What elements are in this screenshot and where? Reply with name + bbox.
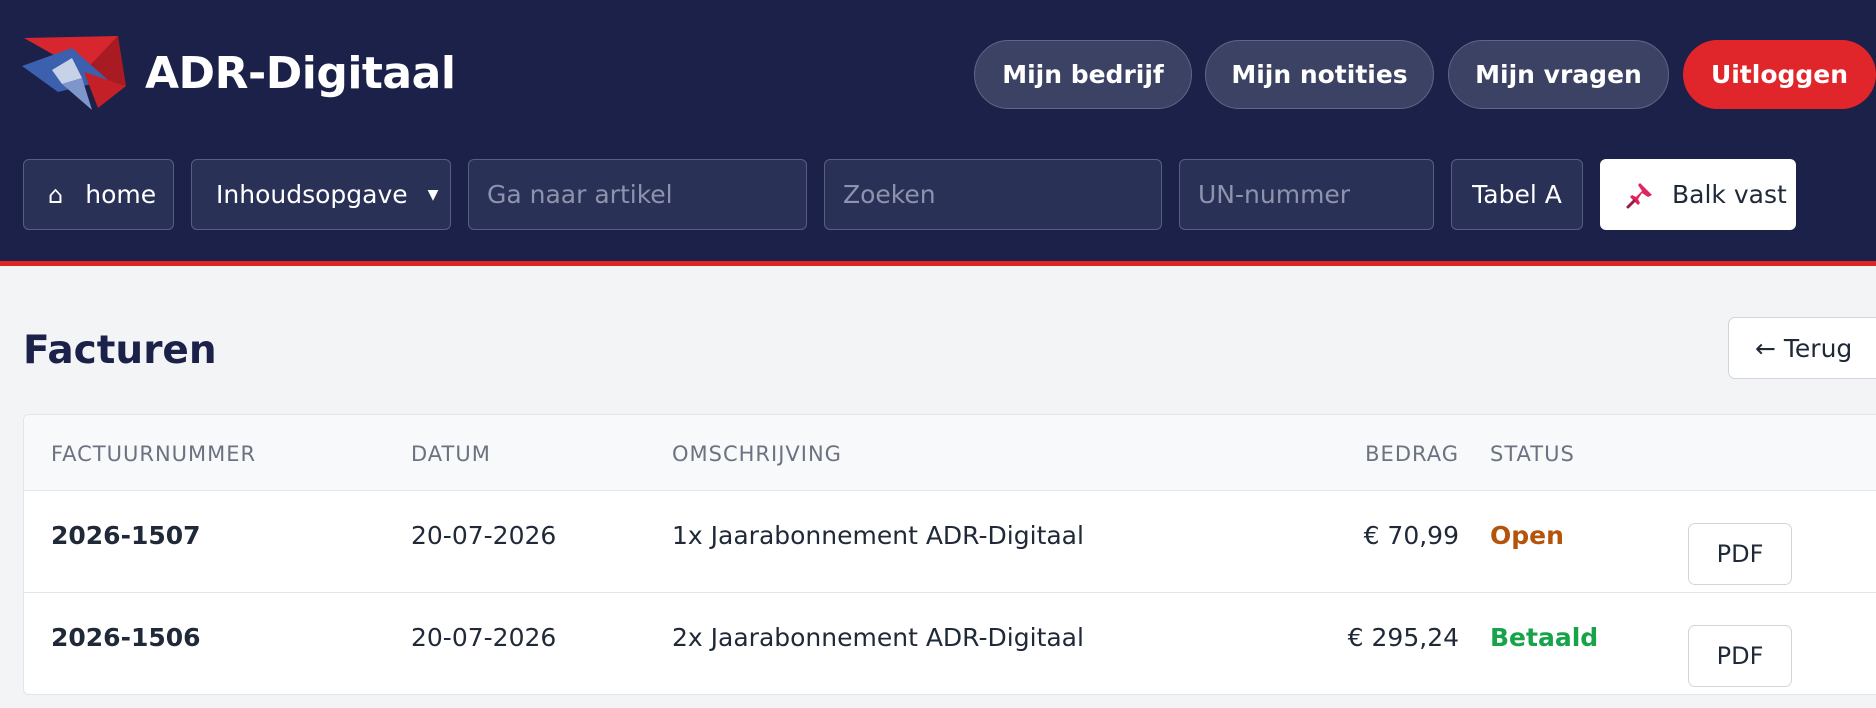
invoice-amount: € 295,24 [1347,623,1459,652]
column-header-amount: BEDRAG [1365,442,1459,466]
table-row: 2026-1506 20-07-2026 2x Jaarabonnement A… [24,593,1876,694]
pdf-download-button[interactable]: PDF [1688,625,1792,687]
caret-down-icon: ▼ [427,186,439,203]
invoice-number: 2026-1507 [51,521,201,550]
home-button[interactable]: ⌂ home [23,159,174,230]
page-title: Facturen [23,328,217,373]
invoice-date: 20-07-2026 [411,521,557,550]
pdf-download-button[interactable]: PDF [1688,523,1792,585]
search-input-placeholder: Zoeken [843,180,936,209]
header-accent-line [0,261,1876,266]
invoice-description: 2x Jaarabonnement ADR-Digitaal [672,623,1084,652]
invoice-date: 20-07-2026 [411,623,557,652]
logout-button[interactable]: Uitloggen [1683,40,1876,109]
table-a-button[interactable]: Tabel A [1451,159,1583,230]
pushpin-icon [1626,182,1652,208]
article-input[interactable]: Ga naar artikel [468,159,807,230]
table-row: 2026-1507 20-07-2026 1x Jaarabonnement A… [24,491,1876,593]
invoice-amount: € 70,99 [1363,521,1459,550]
invoice-description: 1x Jaarabonnement ADR-Digitaal [672,521,1084,550]
adr-digitaal-logo-icon[interactable] [22,34,126,114]
column-header-description: OMSCHRIJVING [672,442,842,466]
article-input-placeholder: Ga naar artikel [487,180,673,209]
pin-bar-label: Balk vast [1672,180,1787,209]
invoice-number: 2026-1506 [51,623,201,652]
my-notes-button[interactable]: Mijn notities [1205,40,1434,109]
status-badge: Open [1490,521,1564,550]
column-header-date: DATUM [411,442,491,466]
column-header-status: STATUS [1490,442,1575,466]
brand-title[interactable]: ADR-Digitaal [145,48,456,99]
invoice-table: FACTUURNUMMER DATUM OMSCHRIJVING BEDRAG … [23,414,1876,695]
home-label: home [85,180,157,209]
back-button[interactable]: ← Terug [1728,317,1876,379]
status-badge: Betaald [1490,623,1599,652]
my-questions-button[interactable]: Mijn vragen [1448,40,1669,109]
table-a-label: Tabel A [1472,180,1562,209]
un-number-input[interactable]: UN-nummer [1179,159,1434,230]
column-header-invoice-number: FACTUURNUMMER [51,442,257,466]
toc-label: Inhoudsopgave [216,180,408,209]
my-company-button[interactable]: Mijn bedrijf [974,40,1192,109]
un-number-placeholder: UN-nummer [1198,180,1351,209]
table-of-contents-dropdown[interactable]: Inhoudsopgave ▼ [191,159,451,230]
table-header: FACTUURNUMMER DATUM OMSCHRIJVING BEDRAG … [24,415,1876,491]
search-input[interactable]: Zoeken [824,159,1162,230]
pin-bar-button[interactable]: Balk vast [1600,159,1796,230]
home-icon: ⌂ [48,180,64,209]
